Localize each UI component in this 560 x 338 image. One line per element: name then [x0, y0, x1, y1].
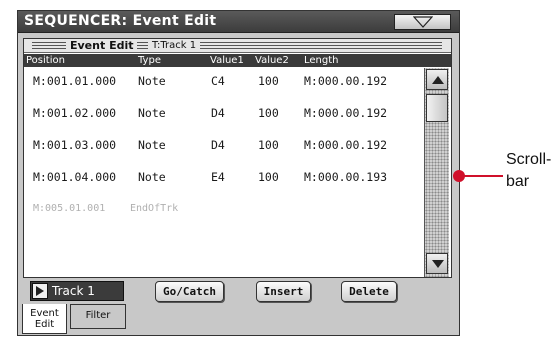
track-select[interactable]: Track 1 [30, 281, 124, 301]
event-position: M:001.01.000 [33, 74, 117, 88]
event-length: M:000.00.193 [304, 170, 388, 184]
column-header: Position Type Value1 Value2 Length [24, 54, 451, 67]
event-row[interactable]: M:001.01.000 Note C4 100 M:000.00.192 [24, 71, 421, 91]
callout-label: Scroll- bar [506, 149, 551, 193]
callout-dot [453, 170, 465, 182]
event-row[interactable]: M:001.02.000 Note D4 100 M:000.00.192 [24, 103, 421, 123]
tab-event-edit-label-line1: Event [30, 308, 59, 319]
dropdown-triangle-icon [413, 16, 433, 28]
event-value1: E4 [211, 170, 225, 184]
window-title: SEQUENCER: Event Edit [24, 13, 217, 29]
page-title: Event Edit [66, 39, 138, 52]
event-row[interactable]: M:001.03.000 Note D4 100 M:000.00.192 [24, 135, 421, 155]
column-value1: Value1 [210, 55, 244, 66]
callout-line [463, 175, 503, 177]
event-list-panel: Event Edit T:Track 1 Position Type Value… [23, 38, 452, 278]
event-type: Note [138, 170, 166, 184]
event-row-end-of-track[interactable]: M:005.01.001 EndOfTrk [24, 199, 421, 219]
tab-filter[interactable]: Filter [70, 304, 126, 329]
callout-label-line1: Scroll- [506, 151, 552, 168]
scroll-down-arrow-icon [432, 260, 444, 268]
track-name-label: T:Track 1 [148, 39, 201, 52]
page-menu-button[interactable] [394, 14, 451, 30]
event-position: M:001.04.000 [33, 170, 117, 184]
track-select-arrow[interactable] [32, 283, 48, 299]
event-position: M:001.03.000 [33, 138, 117, 152]
event-position: M:005.01.001 [33, 203, 106, 214]
event-position: M:001.02.000 [33, 106, 117, 120]
event-length: M:000.00.192 [304, 74, 388, 88]
page-header: Event Edit T:Track 1 [24, 39, 451, 53]
scrollbar[interactable] [424, 68, 449, 277]
event-value1: C4 [211, 74, 225, 88]
event-value2: 100 [258, 170, 279, 184]
scroll-up-arrow-icon [432, 76, 444, 84]
column-value2: Value2 [255, 55, 289, 66]
event-list: M:001.01.000 Note C4 100 M:000.00.192 M:… [24, 68, 421, 277]
event-value2: 100 [258, 138, 279, 152]
scroll-down-button[interactable] [426, 253, 448, 274]
delete-button[interactable]: Delete [341, 281, 397, 302]
event-row[interactable]: M:001.04.000 Note E4 100 M:000.00.193 [24, 167, 421, 187]
event-edit-window: SEQUENCER: Event Edit Event Edit T:Track… [17, 10, 460, 336]
title-bar: SEQUENCER: Event Edit [18, 11, 459, 33]
event-value2: 100 [258, 74, 279, 88]
event-type: Note [138, 138, 166, 152]
tab-event-edit[interactable]: Event Edit [22, 304, 67, 334]
event-value2: 100 [258, 106, 279, 120]
column-length: Length [304, 55, 339, 66]
column-position: Position [26, 55, 65, 66]
event-type: Note [138, 106, 166, 120]
scroll-up-button[interactable] [426, 69, 448, 90]
event-length: M:000.00.192 [304, 138, 388, 152]
track-select-value: Track 1 [52, 284, 95, 298]
insert-button[interactable]: Insert [256, 281, 311, 302]
column-type: Type [138, 55, 161, 66]
event-value1: D4 [211, 106, 225, 120]
callout-label-line2: bar [506, 173, 530, 190]
go-catch-button[interactable]: Go/Catch [155, 281, 224, 302]
event-type: EndOfTrk [130, 203, 179, 214]
tab-event-edit-label-line2: Edit [34, 319, 55, 330]
scroll-thumb[interactable] [426, 94, 448, 122]
play-arrow-icon [36, 286, 44, 296]
event-length: M:000.00.192 [304, 106, 388, 120]
event-type: Note [138, 74, 166, 88]
event-value1: D4 [211, 138, 225, 152]
